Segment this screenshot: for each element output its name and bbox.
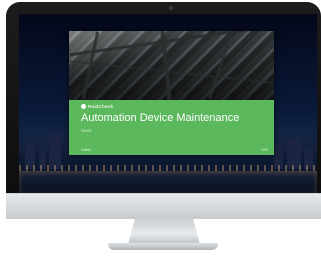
slide-hero-image	[69, 31, 274, 101]
brand-logo-icon	[81, 104, 86, 109]
slide-subtitle: SXXX	[81, 128, 92, 133]
monitor-stand-base	[108, 243, 218, 250]
slide-title-band: RealCheck Automation Device Maintenance …	[69, 100, 274, 155]
monitor-chin	[6, 193, 321, 219]
presentation-slide[interactable]: RealCheck Automation Device Maintenance …	[69, 31, 274, 155]
brand-logo-text: RealCheck	[88, 104, 114, 109]
monitor-stand-neck	[128, 218, 200, 244]
monitor-screen: RealCheck Automation Device Maintenance …	[19, 14, 317, 193]
slide-title: Automation Device Maintenance	[81, 112, 240, 124]
camera-icon	[169, 6, 173, 10]
monitor: RealCheck Automation Device Maintenance …	[6, 2, 321, 218]
slide-footer-right: SXX	[261, 148, 268, 152]
slide-footer-left: Online	[81, 148, 91, 152]
brand-logo: RealCheck	[81, 104, 113, 109]
